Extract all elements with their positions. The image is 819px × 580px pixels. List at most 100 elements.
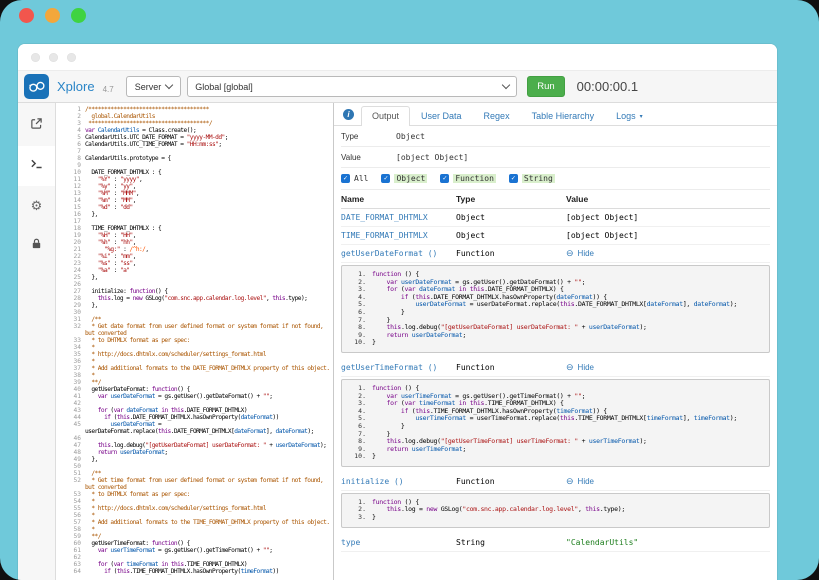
checkbox-checked-icon[interactable]: ✓ — [381, 174, 390, 183]
hide-link[interactable]: ⊖Hide — [566, 477, 594, 486]
source-line-text: var userDateFormat = gs.getUser().getDat… — [372, 279, 585, 287]
execution-timer: 00:00:00.1 — [577, 79, 638, 94]
code-line-text: getUserDateFormat: function() { — [85, 386, 333, 393]
code-line-text: * — [85, 512, 333, 519]
code-editor[interactable]: 1/**************************************… — [56, 103, 334, 580]
checkbox-checked-icon[interactable]: ✓ — [440, 174, 449, 183]
line-number: 32 — [56, 323, 85, 337]
property-name-link[interactable]: DATE_FORMAT_DHTMLX — [341, 213, 456, 222]
sidebar: ⚙ — [18, 103, 56, 580]
line-number: 17 — [56, 218, 85, 225]
code-line: 9 — [56, 162, 333, 169]
sidebar-item-open-in-new-window[interactable] — [18, 106, 55, 146]
terminal-icon — [30, 157, 43, 175]
line-number: 43 — [56, 407, 85, 414]
line-number: 33 — [56, 337, 85, 344]
code-line: 51 /** — [56, 470, 333, 477]
code-line-text: "%i" : "mm", — [85, 253, 333, 260]
code-line: 17 — [56, 218, 333, 225]
code-line-text: "%s" : "ss", — [85, 260, 333, 267]
line-number: 28 — [56, 295, 85, 302]
sidebar-item-gear[interactable]: ⚙ — [18, 186, 55, 226]
filter-string[interactable]: ✓String — [509, 174, 555, 183]
source-line: 1.function () { — [349, 499, 762, 507]
line-number: 4 — [56, 127, 85, 134]
checkbox-checked-icon[interactable]: ✓ — [341, 174, 350, 183]
source-line-text: this.log.debug("[getUserTimeFormat] user… — [372, 438, 647, 446]
code-line: 57 * Add additional formats to the TIME_… — [56, 519, 333, 526]
hide-link[interactable]: ⊖Hide — [566, 249, 594, 258]
code-line: 13 "%M" : "MMM", — [56, 190, 333, 197]
property-value: ⊖Hide — [566, 477, 770, 486]
code-line: 42 — [56, 400, 333, 407]
scope-select[interactable]: Global [global] — [187, 76, 517, 97]
code-line: 23 "%s" : "ss", — [56, 260, 333, 267]
property-name-link[interactable]: initialize () — [341, 477, 456, 486]
sidebar-item-lock[interactable] — [18, 226, 55, 266]
code-line-text: "%y" : "yy", — [85, 183, 333, 190]
chevron-down-icon — [502, 81, 510, 89]
function-source-block: 1.function () {2. var userTimeFormat = g… — [341, 379, 770, 467]
code-line-text — [85, 162, 333, 169]
code-line-text: * — [85, 498, 333, 505]
tab-table-hierarchy[interactable]: Table Hierarchy — [521, 106, 606, 126]
code-line-text: "%Y" : "yyyy", — [85, 176, 333, 183]
code-line: 8CalendarUtils.prototype = { — [56, 155, 333, 162]
zoom-button[interactable] — [71, 8, 86, 23]
function-source-block: 1.function () {2. this.log = new GSLog("… — [341, 493, 770, 528]
filter-label: Function — [453, 174, 496, 183]
source-line-number: 10. — [349, 453, 372, 461]
line-number: 11 — [56, 176, 85, 183]
code-line-text: return userDateFormat; — [85, 449, 333, 456]
source-line-text: userDateFormat = userDateFormat.replace(… — [372, 301, 737, 309]
table-row: TIME_FORMAT_DHTMLXObject[object Object] — [341, 227, 770, 245]
source-line: 3. for (var dateFormat in this.DATE_FORM… — [349, 286, 762, 294]
property-name-link[interactable]: TIME_FORMAT_DHTMLX — [341, 231, 456, 240]
run-button[interactable]: Run — [527, 76, 564, 97]
filter-object[interactable]: ✓Object — [381, 174, 427, 183]
code-line-text: /** — [85, 316, 333, 323]
minimize-button[interactable] — [45, 8, 60, 23]
property-name-link[interactable]: getUserDateFormat () — [341, 249, 456, 258]
results-table: NameTypeValueDATE_FORMAT_DHTMLXObject[ob… — [341, 190, 770, 552]
tab-output[interactable]: Output — [361, 106, 410, 126]
output-tabs: OutputUser Data Regex Table HierarchyLogs▾ — [361, 106, 654, 125]
code-line: 46 — [56, 435, 333, 442]
source-line: 5. userTimeFormat = userTimeFormat.repla… — [349, 415, 762, 423]
table-row: DATE_FORMAT_DHTMLXObject[object Object] — [341, 209, 770, 227]
code-line-text: this.log = new GSLog("com.snc.app.calend… — [85, 295, 333, 302]
code-line: 52 * Get time format from user defined f… — [56, 477, 333, 491]
info-icon[interactable]: i — [343, 109, 354, 120]
sidebar-item-terminal[interactable] — [18, 146, 55, 186]
source-line-text: } — [372, 514, 376, 522]
line-number: 45 — [56, 421, 85, 435]
code-line-text: "%g:" : /^h:/, — [85, 246, 333, 253]
property-name-link[interactable]: type — [341, 538, 456, 547]
close-button[interactable] — [19, 8, 34, 23]
code-line: 3 **************************************… — [56, 120, 333, 127]
hide-link[interactable]: ⊖Hide — [566, 363, 594, 372]
property-name-link[interactable]: getUserTimeFormat () — [341, 363, 456, 372]
code-line-text — [85, 400, 333, 407]
code-line: 16 }, — [56, 211, 333, 218]
code-line-text: var userDateFormat = gs.getUser().getDat… — [85, 393, 333, 400]
code-line-text: "%d" : "dd" — [85, 204, 333, 211]
tab-user-data[interactable]: User Data — [410, 106, 473, 126]
code-line-text: /** — [85, 470, 333, 477]
line-number: 21 — [56, 246, 85, 253]
filter-function[interactable]: ✓ Function — [440, 174, 496, 183]
checkbox-checked-icon[interactable]: ✓ — [509, 174, 518, 183]
tab-regex[interactable]: Regex — [473, 106, 521, 126]
property-value: ⊖Hide — [566, 363, 770, 372]
glasses-icon — [27, 77, 46, 96]
code-line-text — [85, 554, 333, 561]
code-line-text: getUserTimeFormat: function() { — [85, 540, 333, 547]
source-line: 3.} — [349, 514, 762, 522]
code-line-text: * — [85, 344, 333, 351]
filter-all[interactable]: ✓All — [341, 174, 368, 183]
tab-label: Regex — [484, 111, 510, 121]
server-dropdown[interactable]: Server — [126, 76, 182, 97]
line-number: 54 — [56, 498, 85, 505]
code-line-text: "%H" : "HH", — [85, 232, 333, 239]
tab-logs[interactable]: Logs▾ — [605, 106, 654, 126]
